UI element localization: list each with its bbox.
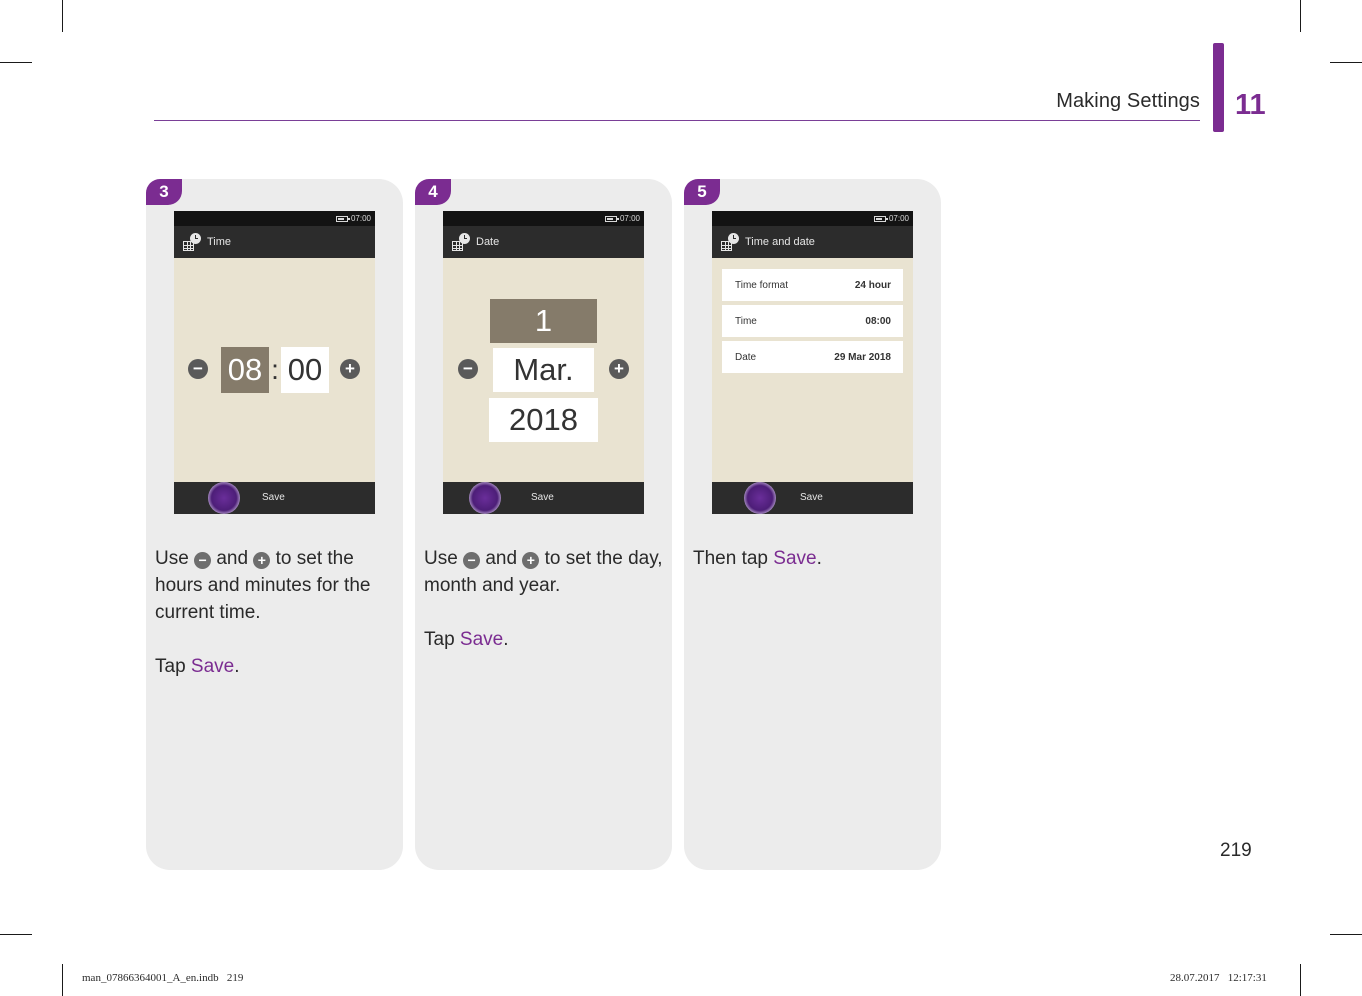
hours-field[interactable]: 08 bbox=[221, 347, 269, 393]
plus-button[interactable]: + bbox=[609, 359, 629, 379]
status-time: 07:00 bbox=[350, 214, 371, 223]
year-field[interactable]: 2018 bbox=[489, 398, 598, 442]
save-highlight: Save bbox=[773, 548, 817, 569]
header-rule bbox=[154, 120, 1200, 121]
status-bar: 07:00 bbox=[443, 211, 644, 226]
battery-icon bbox=[873, 215, 888, 222]
save-button[interactable]: Save bbox=[800, 492, 823, 503]
screen-bottom-bar: Save bbox=[443, 482, 644, 514]
save-highlight: Save bbox=[190, 656, 235, 677]
status-time: 07:00 bbox=[888, 214, 909, 223]
step-number: 4 bbox=[415, 179, 451, 205]
screen-title-bar: Time bbox=[174, 226, 375, 258]
setting-value: 29 Mar 2018 bbox=[834, 351, 891, 363]
month-field[interactable]: Mar. bbox=[493, 348, 594, 392]
save-button[interactable]: Save bbox=[262, 492, 285, 503]
caption-text: Use bbox=[424, 548, 458, 569]
setting-label: Date bbox=[735, 351, 757, 363]
save-button[interactable]: Save bbox=[531, 492, 554, 503]
plus-circle-icon: + bbox=[253, 552, 271, 569]
crop-mark bbox=[1300, 0, 1301, 32]
step-card-4: 4 07:00 Date 1 − Mar. + 2018 Save Use − … bbox=[415, 179, 672, 870]
step-number: 5 bbox=[684, 179, 720, 205]
screen-title: Time and date bbox=[745, 236, 815, 248]
page-number: 219 bbox=[1220, 840, 1252, 861]
chapter-number: 11 bbox=[1235, 89, 1266, 121]
crop-mark bbox=[0, 934, 32, 935]
caption-text: to set the day, month and year. bbox=[424, 548, 663, 596]
caption-text: Use bbox=[155, 548, 189, 569]
caption-text: . bbox=[816, 548, 822, 569]
battery-icon bbox=[335, 215, 350, 222]
touch-indicator bbox=[208, 482, 240, 514]
screen-title-bar: Date bbox=[443, 226, 644, 258]
day-field[interactable]: 1 bbox=[490, 299, 597, 343]
caption-text: and bbox=[485, 548, 518, 569]
footer-file-info: man_07866364001_A_en.indb 219 bbox=[82, 972, 244, 984]
time-separator: : bbox=[271, 354, 279, 385]
status-time: 07:00 bbox=[619, 214, 640, 223]
screen-bottom-bar: Save bbox=[712, 482, 913, 514]
step-caption: Use − and + to set the day, month and ye… bbox=[424, 545, 664, 680]
screen-title: Time bbox=[207, 236, 232, 248]
time-date-settings-icon bbox=[721, 233, 739, 251]
plus-button[interactable]: + bbox=[340, 359, 360, 379]
setting-label: Time bbox=[735, 315, 757, 327]
crop-mark bbox=[62, 0, 63, 32]
setting-row-time-format[interactable]: Time format 24 hour bbox=[722, 269, 903, 301]
crop-mark bbox=[1330, 62, 1362, 63]
save-highlight: Save bbox=[459, 629, 504, 650]
touch-indicator bbox=[469, 482, 501, 514]
chapter-tab bbox=[1213, 43, 1224, 132]
battery-icon bbox=[604, 215, 619, 222]
crop-mark bbox=[1330, 934, 1362, 935]
caption-text: . bbox=[234, 656, 240, 677]
minus-circle-icon: − bbox=[194, 552, 212, 569]
step-caption: Then tap Save. bbox=[693, 545, 933, 599]
caption-text: and bbox=[216, 548, 249, 569]
setting-row-time[interactable]: Time 08:00 bbox=[722, 305, 903, 337]
step-card-5: 5 07:00 Time and date Time format 24 hou… bbox=[684, 179, 941, 870]
minus-button[interactable]: − bbox=[458, 359, 478, 379]
device-screen-time-and-date: 07:00 Time and date Time format 24 hour … bbox=[712, 211, 913, 514]
touch-indicator bbox=[744, 482, 776, 514]
minus-button[interactable]: − bbox=[188, 359, 208, 379]
plus-circle-icon: + bbox=[522, 552, 540, 569]
section-title: Making Settings bbox=[1056, 90, 1200, 112]
crop-mark bbox=[62, 964, 63, 996]
screen-title: Date bbox=[476, 236, 500, 248]
crop-mark bbox=[1300, 964, 1301, 996]
footer-timestamp: 28.07.2017 12:17:31 bbox=[1170, 972, 1267, 984]
minus-circle-icon: − bbox=[463, 552, 481, 569]
status-bar: 07:00 bbox=[174, 211, 375, 226]
caption-text: . bbox=[503, 629, 509, 650]
time-date-settings-icon bbox=[183, 233, 201, 251]
setting-label: Time format bbox=[735, 279, 788, 291]
crop-mark bbox=[0, 62, 32, 63]
status-bar: 07:00 bbox=[712, 211, 913, 226]
device-screen-time: 07:00 Time − 08 : 00 + Save bbox=[174, 211, 375, 514]
setting-value: 08:00 bbox=[865, 315, 891, 327]
device-screen-date: 07:00 Date 1 − Mar. + 2018 Save bbox=[443, 211, 644, 514]
step-caption: Use − and + to set the hours and minutes… bbox=[155, 545, 395, 707]
time-date-settings-icon bbox=[452, 233, 470, 251]
caption-text: Then tap bbox=[693, 548, 768, 569]
screen-bottom-bar: Save bbox=[174, 482, 375, 514]
step-number: 3 bbox=[146, 179, 182, 205]
caption-text: Tap bbox=[155, 656, 186, 677]
setting-row-date[interactable]: Date 29 Mar 2018 bbox=[722, 341, 903, 373]
caption-text: Tap bbox=[424, 629, 455, 650]
screen-title-bar: Time and date bbox=[712, 226, 913, 258]
setting-value: 24 hour bbox=[854, 279, 891, 291]
minutes-field[interactable]: 00 bbox=[281, 347, 329, 393]
step-card-3: 3 07:00 Time − 08 : 00 + Save Use − and … bbox=[146, 179, 403, 870]
